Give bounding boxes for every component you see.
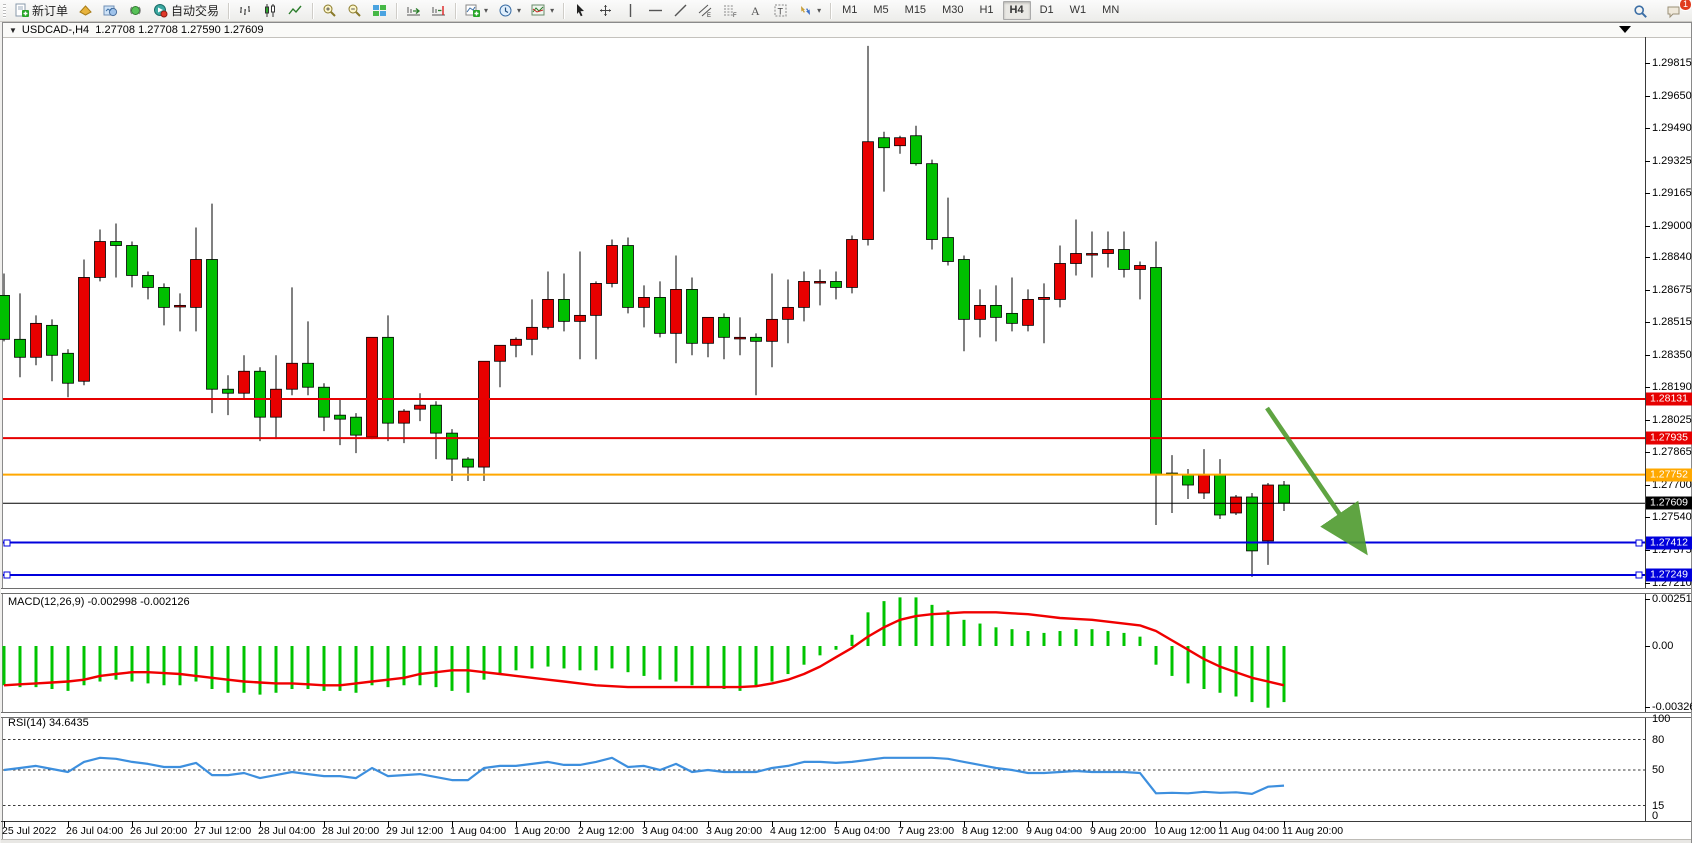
mt4-application: 新订单 自动交易 xyxy=(0,0,1692,843)
chart-plot-area[interactable] xyxy=(0,0,1692,843)
